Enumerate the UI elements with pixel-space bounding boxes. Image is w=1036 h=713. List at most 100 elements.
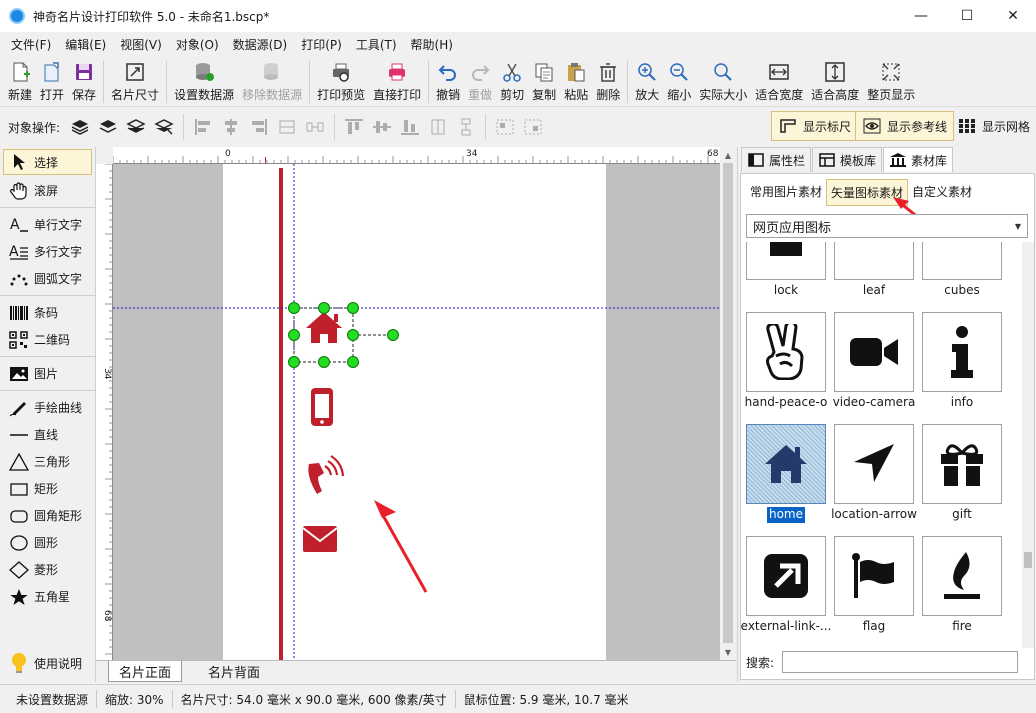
tool-arc-text[interactable]: 圆弧文字 (0, 265, 95, 292)
tab-card-front[interactable]: 名片正面 (108, 661, 183, 682)
gallery-item-home[interactable]: home (744, 424, 828, 523)
show-grid-toggle[interactable]: 显示网格 (951, 111, 1036, 141)
align-right-icon[interactable] (248, 116, 270, 138)
tool-select[interactable]: 选择 (3, 149, 92, 175)
gallery-item-lock[interactable]: lock (744, 242, 828, 299)
align-left-icon[interactable] (192, 116, 214, 138)
tool-star[interactable]: 五角星 (0, 583, 95, 610)
send-to-back-icon[interactable] (153, 116, 175, 138)
card-home-icon[interactable] (306, 312, 342, 343)
gallery-scroll-thumb[interactable] (1024, 552, 1032, 568)
tool-freehand[interactable]: 手绘曲线 (0, 394, 95, 421)
redo-button[interactable]: 重做 (464, 57, 496, 103)
tool-rect[interactable]: 矩形 (0, 475, 95, 502)
canvas-scroll-thumb[interactable] (723, 163, 733, 643)
space-v-icon[interactable] (455, 116, 477, 138)
gallery-item-fire[interactable]: fire (920, 536, 1004, 635)
group-icon[interactable] (494, 116, 516, 138)
help-button[interactable]: 使用说明 (0, 648, 82, 678)
menu-tools[interactable]: 工具(T) (349, 36, 404, 53)
remove-datasource-button[interactable]: 移除数据源 (238, 57, 306, 103)
gallery-item-hand-peace[interactable]: hand-peace-o (744, 312, 828, 411)
align-center-h-icon[interactable] (220, 116, 242, 138)
tool-line[interactable]: 直线 (0, 421, 95, 448)
save-button[interactable]: 保存 (68, 57, 100, 103)
scroll-up-icon[interactable]: ▲ (720, 147, 736, 163)
tool-circle[interactable]: 圆形 (0, 529, 95, 556)
gallery-item-flag[interactable]: flag (832, 536, 916, 635)
selection-handles[interactable] (288, 302, 399, 368)
paste-button[interactable]: 粘贴 (560, 57, 592, 103)
menu-datasource[interactable]: 数据源(D) (226, 36, 295, 53)
tool-diamond[interactable]: 菱形 (0, 556, 95, 583)
tool-single-text[interactable]: A 单行文字 (0, 211, 95, 238)
menu-print[interactable]: 打印(P) (294, 36, 349, 53)
direct-print-button[interactable]: 直接打印 (369, 57, 425, 103)
show-guides-toggle[interactable]: 显示参考线 (855, 111, 955, 141)
delete-button[interactable]: 删除 (592, 57, 624, 103)
fit-page-button[interactable]: 整页显示 (863, 57, 919, 103)
pointer-icon (8, 152, 30, 172)
bring-forward-icon[interactable] (97, 116, 119, 138)
menu-help[interactable]: 帮助(H) (404, 36, 460, 53)
design-canvas[interactable] (113, 164, 720, 660)
menu-view[interactable]: 视图(V) (113, 36, 169, 53)
tab-properties[interactable]: 属性栏 (741, 147, 812, 172)
tab-card-back[interactable]: 名片背面 (198, 661, 270, 682)
distribute-v-icon[interactable] (427, 116, 449, 138)
minimize-button[interactable]: — (898, 0, 944, 32)
align-middle-icon[interactable] (371, 116, 393, 138)
card-envelope-icon[interactable] (302, 526, 338, 552)
distribute-h-icon[interactable] (276, 116, 298, 138)
zoom-in-button[interactable]: 放大 (631, 57, 663, 103)
tool-qrcode[interactable]: 二维码 (0, 326, 95, 353)
send-backward-icon[interactable] (125, 116, 147, 138)
gallery-item-external-link[interactable]: external-link-... (741, 536, 831, 635)
gallery-item-location-arrow[interactable]: location-arrow (831, 424, 917, 523)
undo-button[interactable]: 撤销 (432, 57, 464, 103)
menu-file[interactable]: 文件(F) (4, 36, 58, 53)
tool-barcode[interactable]: 条码 (0, 299, 95, 326)
card-size-button[interactable]: 名片尺寸 (107, 57, 163, 103)
canvas-vertical-scrollbar[interactable]: ▲ ▼ (720, 147, 736, 660)
subtab-common-images[interactable]: 常用图片素材 (746, 179, 826, 206)
gallery-item-leaf[interactable]: leaf (832, 242, 916, 299)
new-button[interactable]: 新建 (4, 57, 36, 103)
gallery-item-cubes[interactable]: cubes (920, 242, 1004, 299)
search-input[interactable] (782, 651, 1019, 673)
close-button[interactable]: ✕ (990, 0, 1036, 32)
print-preview-button[interactable]: 打印预览 (313, 57, 369, 103)
fit-width-button[interactable]: 适合宽度 (751, 57, 807, 103)
scroll-down-icon[interactable]: ▼ (720, 644, 736, 660)
tab-materials[interactable]: 素材库 (883, 147, 954, 172)
tool-image[interactable]: 图片 (0, 360, 95, 387)
show-ruler-toggle[interactable]: 显示标尺 (771, 111, 859, 141)
tab-templates[interactable]: 模板库 (812, 147, 883, 172)
tool-round-rect[interactable]: 圆角矩形 (0, 502, 95, 529)
actual-size-button[interactable]: 实际大小 (695, 57, 751, 103)
bring-to-front-icon[interactable] (69, 116, 91, 138)
menu-object[interactable]: 对象(O) (169, 36, 226, 53)
maximize-button[interactable]: ☐ (944, 0, 990, 32)
cut-button[interactable]: 剪切 (496, 57, 528, 103)
open-button[interactable]: 打开 (36, 57, 68, 103)
tool-multi-text[interactable]: A 多行文字 (0, 238, 95, 265)
card-mobile-icon[interactable] (311, 388, 333, 426)
icon-category-select[interactable]: 网页应用图标 ▼ (746, 214, 1028, 238)
tool-scroll[interactable]: 滚屏 (0, 177, 95, 204)
menu-edit[interactable]: 编辑(E) (58, 36, 113, 53)
set-datasource-button[interactable]: 设置数据源 (170, 57, 238, 103)
zoom-out-button[interactable]: 缩小 (663, 57, 695, 103)
copy-button[interactable]: 复制 (528, 57, 560, 103)
space-h-icon[interactable] (304, 116, 326, 138)
card-phone-icon[interactable] (308, 455, 345, 494)
fit-height-button[interactable]: 适合高度 (807, 57, 863, 103)
ungroup-icon[interactable] (522, 116, 544, 138)
gallery-item-info[interactable]: info (920, 312, 1004, 411)
tool-triangle[interactable]: 三角形 (0, 448, 95, 475)
align-top-icon[interactable] (343, 116, 365, 138)
gallery-item-gift[interactable]: gift (920, 424, 1004, 523)
gallery-item-video-camera[interactable]: video-camera (832, 312, 916, 411)
align-bottom-icon[interactable] (399, 116, 421, 138)
gallery-scrollbar[interactable] (1022, 242, 1034, 648)
